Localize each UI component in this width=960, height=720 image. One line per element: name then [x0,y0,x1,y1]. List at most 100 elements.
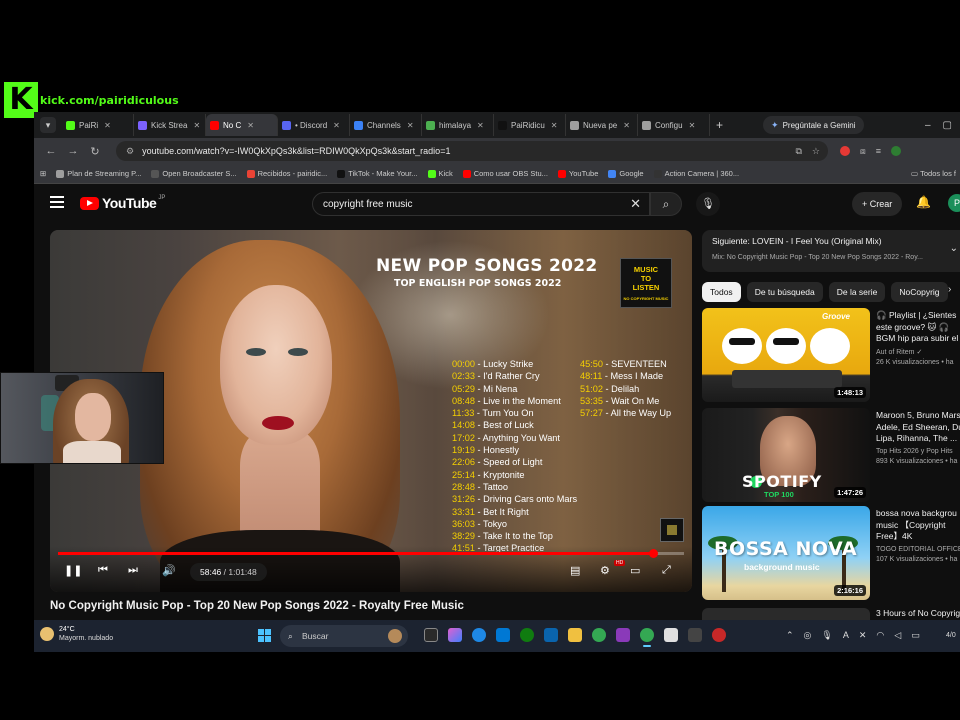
recommendation-channel[interactable]: TOGO EDITORIAL OFFICE [876,546,960,553]
browser-tab[interactable]: Kick Strea ✕ [134,114,206,136]
search-button[interactable]: ⌕ [650,192,682,216]
battery-icon[interactable]: ▭ [911,630,920,641]
avatar[interactable]: P [948,194,960,212]
bookmark-item[interactable]: TikTok - Make Your... [337,169,418,178]
bookmark-item[interactable]: Como usar OBS Stu... [462,169,548,178]
browser-tab[interactable]: No C ✕ [206,114,278,136]
create-button[interactable]: + Crear [852,192,903,216]
clock[interactable]: 4/0 [946,632,956,639]
notifications-bell-icon[interactable]: 🔔 [916,195,931,209]
site-info-icon[interactable]: ⚙ [126,146,134,157]
miniplayer-icon[interactable]: ▭ [630,564,640,577]
previous-icon[interactable]: ⏮ [98,564,108,577]
tab-close-icon[interactable]: ✕ [193,121,200,130]
recommendation-thumbnail[interactable]: Groove 1:48:13 [702,308,870,402]
subtitles-icon[interactable]: ▤ [570,564,580,577]
browser-tab[interactable]: • Discord ✕ [278,114,350,136]
bookmark-item[interactable]: Action Camera | 360... [653,169,739,178]
app-icon[interactable] [616,628,630,642]
up-next-panel[interactable]: Siguiente: LOVEIN - I Feel You (Original… [702,230,960,272]
media-icon[interactable]: ≡ [876,146,881,156]
store-icon[interactable] [496,628,510,642]
file-explorer-icon[interactable] [568,628,582,642]
recommendation-thumbnail-partial[interactable] [702,608,870,620]
extension-red-icon[interactable] [840,146,850,156]
search-input[interactable]: copyright free music ✕ [312,192,650,216]
menu-icon[interactable] [50,196,64,211]
bookmark-item[interactable]: YouTube [557,169,598,178]
filter-chip[interactable]: De tu búsqueda [746,282,823,302]
tab-close-icon[interactable]: ✕ [407,121,414,130]
xbox-icon[interactable] [520,628,534,642]
task-view-icon[interactable] [424,628,438,642]
recommendation-title-partial[interactable]: 3 Hours of No Copyrig [876,608,960,618]
reload-icon[interactable]: ↻ [86,145,104,158]
browser-tab[interactable]: PaiRidicu ✕ [494,114,566,136]
recommendation-channel[interactable]: Top Hits 2026 y Pop Hits [876,448,960,455]
tab-close-icon[interactable]: ✕ [104,121,111,130]
bookmark-item[interactable]: Recibidos - pairidic... [246,169,327,178]
recommendation-item[interactable]: BOSSA NOVA background music 2:16:16 boss… [702,506,960,600]
filter-chip[interactable]: De la serie [828,282,886,302]
browser-tab[interactable]: Configu ✕ [638,114,710,136]
tab-close-icon[interactable]: ✕ [247,121,254,130]
progress-bar[interactable] [58,549,684,558]
clear-search-icon[interactable]: ✕ [630,196,641,212]
bookmark-star-icon[interactable]: ☆ [812,146,820,157]
youtube-logo[interactable]: YouTube JP [80,195,165,211]
recommendation-thumbnail[interactable]: BOSSA NOVA background music 2:16:16 [702,506,870,600]
browser-tab[interactable]: himalaya ✕ [422,114,494,136]
terminal-icon[interactable] [688,628,702,642]
filter-chip[interactable]: Todos [702,282,741,302]
voice-search-button[interactable]: 🎙 [696,192,720,216]
chevron-down-icon[interactable]: ⌄ [950,243,958,254]
apps-grid-icon[interactable]: ⊞ [40,169,46,178]
wifi-icon[interactable]: ◠ [876,630,884,641]
edge-icon[interactable] [472,628,486,642]
tab-close-icon[interactable]: ✕ [477,121,484,130]
chrome-active-icon[interactable] [640,628,654,647]
chevron-up-icon[interactable]: ⌃ [786,630,794,641]
browser-tab[interactable]: Channels ✕ [350,114,422,136]
recommendation-item[interactable]: Groove 1:48:13 🎧 Playlist | ¿Sientes est… [702,308,960,402]
back-icon[interactable]: ← [42,145,60,157]
taskbar-search[interactable]: ⌕ Buscar [280,625,408,647]
windows-start-icon[interactable] [258,629,272,643]
bookmark-item[interactable]: Google [608,169,644,178]
fullscreen-icon[interactable]: ⤢ [662,564,671,577]
outlook-icon[interactable] [544,628,558,642]
recommendation-item[interactable]: SPOTIFY TOP 100 1:47:26 Maroon 5, Bruno … [702,408,960,502]
weather-widget[interactable]: 24°C Mayorm. nublado [40,625,113,643]
tab-search-icon[interactable]: ▾ [40,117,56,133]
tab-close-icon[interactable]: ✕ [623,121,630,130]
app-icon[interactable] [664,628,678,642]
tray-app-icon[interactable]: ◎ [804,630,812,641]
tab-close-icon[interactable]: ✕ [333,121,340,130]
filter-chip[interactable]: NoCopyrig [891,282,948,302]
chevron-right-icon[interactable]: › [948,284,951,295]
microphone-icon[interactable]: 🎙 [821,630,832,641]
bookmark-item[interactable]: Plan de Streaming P... [56,169,141,178]
browser-tab[interactable]: Nueva pe ✕ [566,114,638,136]
forward-icon[interactable]: → [64,145,82,157]
bookmark-item[interactable]: Kick [427,169,453,178]
copilot-icon[interactable] [448,628,462,642]
settings-gear-icon[interactable]: ⚙ [600,564,610,577]
pause-icon[interactable]: ❚❚ [64,564,82,577]
restore-icon[interactable]: ▢ [943,120,952,131]
bookmark-item[interactable]: Open Broadcaster S... [151,169,237,178]
gemini-button[interactable]: ✦ Pregúntale a Gemini [763,116,864,134]
obs-icon[interactable] [712,628,726,642]
progress-scrubber[interactable] [649,549,659,558]
cast-icon[interactable]: ⧉ [795,146,801,157]
close-icon[interactable]: ✕ [859,630,867,641]
recommendation-channel[interactable]: Aut of Ritem ✓ [876,348,960,356]
all-bookmarks-folder[interactable]: ▭ Todos los f [911,169,960,178]
recommendation-thumbnail[interactable]: SPOTIFY TOP 100 1:47:26 [702,408,870,502]
extensions-puzzle-icon[interactable]: ⧈ [860,146,866,157]
tab-close-icon[interactable]: ✕ [551,121,558,130]
address-bar[interactable]: ⚙ youtube.com/watch?v=-IW0QkXpQs3k&list=… [116,141,828,161]
chrome-icon[interactable] [592,628,606,642]
next-icon[interactable]: ⏭ [128,564,138,577]
volume-icon[interactable]: 🔊 [162,564,176,577]
